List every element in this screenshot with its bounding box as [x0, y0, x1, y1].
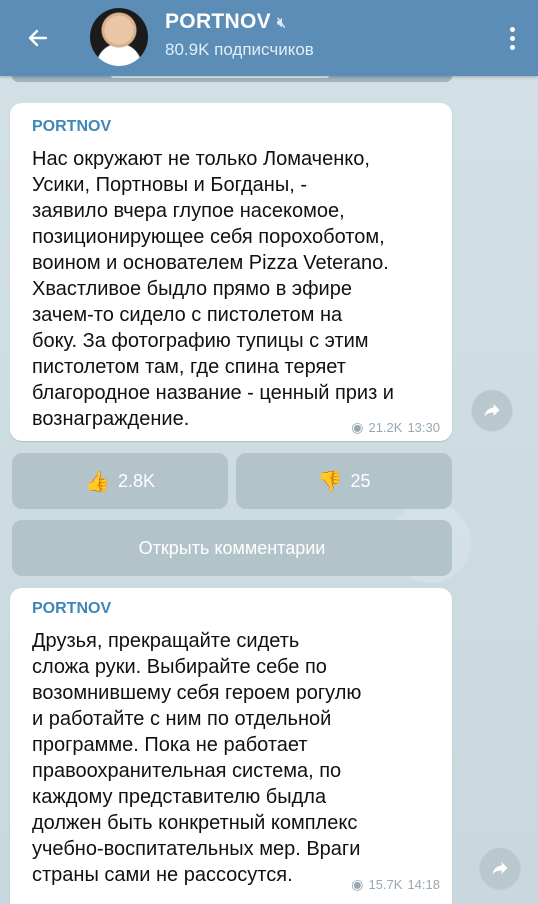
thumbs-up-icon: 👍 — [85, 470, 110, 493]
views-eye-icon: ◉ — [351, 876, 364, 892]
message-meta: ◉ 21.2K 13:30 — [351, 419, 440, 436]
menu-dot-icon — [509, 44, 515, 50]
message-time: 14:18 — [407, 877, 440, 892]
message-bubble[interactable]: PORTNOV Друзья, прекращайте сидеть сложа… — [10, 588, 452, 904]
thumbs-down-icon: 👎 — [317, 470, 343, 493]
channel-header: PORTNOV 🔇︎ 80.9K подписчиков — [0, 0, 538, 76]
channel-avatar[interactable] — [90, 8, 148, 66]
mute-icon: 🔇︎ — [276, 13, 287, 30]
message-text: Друзья, прекращайте сидеть сложа руки. В… — [32, 630, 362, 886]
like-reaction-button[interactable]: 👍 2.8K — [12, 453, 228, 509]
dislike-count: 25 — [350, 470, 371, 491]
more-menu-button[interactable] — [498, 20, 526, 56]
open-comments-label: Открыть комментарии — [138, 537, 326, 558]
channel-name: PORTNOV — [165, 10, 271, 33]
message-sender: PORTNOV — [32, 118, 112, 135]
subscriber-count: 80.9K подписчиков — [165, 40, 314, 59]
message-meta: ◉ 15.7K 14:18 — [351, 876, 440, 893]
message-sender: PORTNOV — [32, 600, 112, 617]
back-button[interactable] — [18, 18, 58, 58]
menu-dot-icon — [509, 26, 515, 32]
message-time: 13:30 — [407, 420, 440, 435]
menu-dot-icon — [509, 35, 515, 41]
channel-title[interactable]: PORTNOV 🔇︎ — [165, 10, 286, 34]
dislike-reaction-button[interactable]: 👎 25 — [236, 453, 452, 509]
views-count: 15.7K — [368, 877, 403, 892]
message-bubble[interactable]: PORTNOV Нас окружают не только Ломаченко… — [10, 103, 452, 441]
share-button[interactable] — [480, 848, 520, 888]
views-count: 21.2K — [368, 420, 403, 435]
open-comments-button[interactable]: Открыть комментарии — [12, 520, 452, 576]
share-arrow-icon — [492, 862, 508, 875]
back-arrow-icon — [28, 29, 48, 47]
share-arrow-icon — [484, 404, 500, 417]
views-eye-icon: ◉ — [351, 419, 364, 435]
like-count: 2.8K — [117, 470, 155, 491]
message-text: Нас окружают не только Ломаченко, Усики,… — [32, 148, 394, 430]
share-button[interactable] — [472, 390, 512, 430]
